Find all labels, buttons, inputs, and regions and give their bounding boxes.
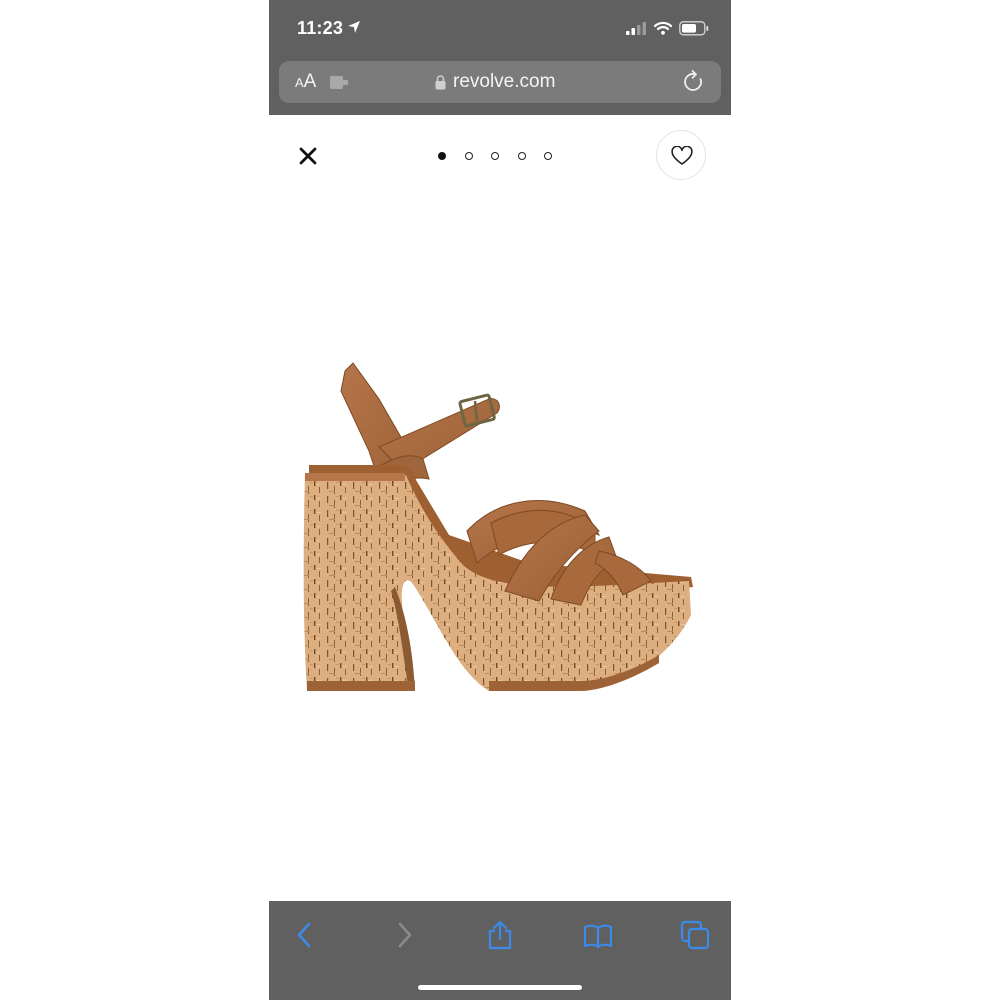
browser-top-chrome: 11:23 AA revolve.com	[269, 0, 731, 115]
status-time: 11:23	[297, 18, 344, 38]
image-carousel-dots	[438, 152, 552, 160]
browser-bottom-toolbar	[269, 901, 731, 1000]
back-icon[interactable]	[289, 919, 321, 951]
wishlist-button[interactable]	[656, 130, 706, 180]
address-bar[interactable]: AA revolve.com	[279, 61, 721, 103]
reload-icon[interactable]	[683, 70, 705, 94]
text-size-small-label: A	[295, 75, 304, 90]
forward-icon[interactable]	[388, 919, 420, 951]
carousel-dot[interactable]	[544, 152, 552, 160]
carousel-dot[interactable]	[438, 152, 446, 160]
location-arrow-icon	[348, 21, 360, 33]
home-indicator	[418, 985, 582, 990]
carousel-dot[interactable]	[491, 152, 499, 160]
cellular-signal-icon	[626, 22, 646, 35]
tabs-icon[interactable]	[679, 919, 711, 951]
share-icon[interactable]	[484, 919, 516, 951]
product-image[interactable]	[299, 355, 699, 700]
carousel-dot[interactable]	[517, 152, 526, 160]
phone-screen: 11:23 AA revolve.com	[269, 0, 731, 1000]
heart-icon	[671, 146, 693, 165]
extension-icon[interactable]	[330, 74, 350, 90]
close-icon[interactable]	[297, 145, 319, 167]
carousel-dot[interactable]	[464, 152, 473, 160]
battery-icon	[679, 21, 709, 36]
bookmarks-icon[interactable]	[582, 919, 614, 951]
wifi-icon	[654, 21, 672, 35]
text-size-button[interactable]: AA	[295, 71, 316, 93]
text-size-big-label: A	[303, 71, 317, 92]
lock-icon	[435, 74, 446, 89]
url-field[interactable]: revolve.com	[435, 71, 555, 93]
url-text: revolve.com	[453, 71, 556, 92]
